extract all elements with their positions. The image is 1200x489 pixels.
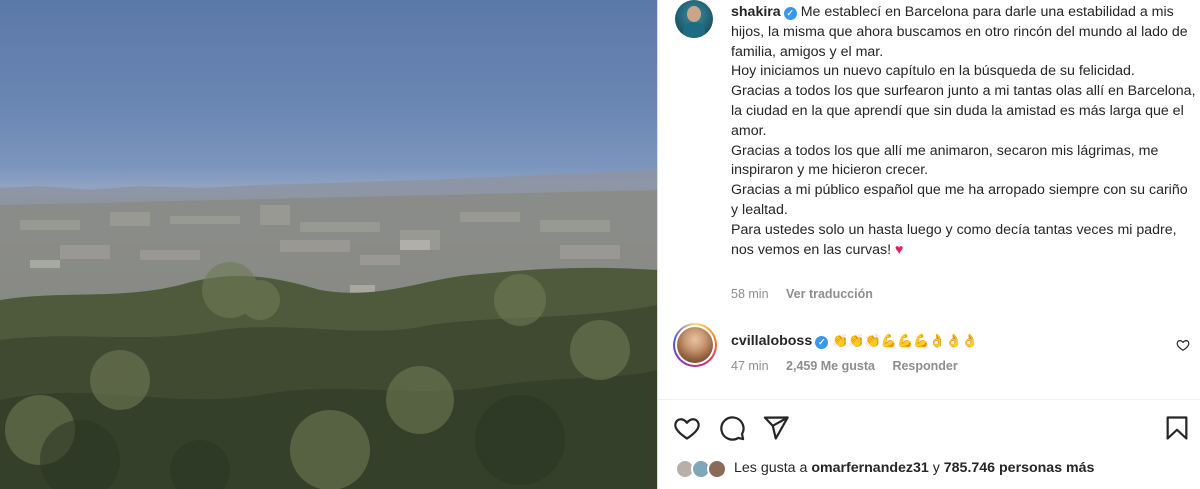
caption-line: Hoy iniciamos un nuevo capítulo en la bú… xyxy=(731,63,1135,80)
likes-count[interactable]: 785.746 personas más xyxy=(944,460,1095,476)
caption-line: Gracias a todos los que allí me animaron… xyxy=(731,142,1159,179)
share-icon[interactable] xyxy=(762,414,790,442)
likes-conjunction: y xyxy=(928,460,944,476)
reply-button[interactable]: Responder xyxy=(892,359,957,373)
liker-avatar xyxy=(707,459,727,479)
author-username[interactable]: shakira xyxy=(731,4,781,20)
caption-line: Para ustedes solo un hasta luego y como … xyxy=(731,221,1177,258)
comment: cvillaloboss ✓ 👏👏👏💪💪💪👌👌👌 xyxy=(731,331,978,351)
translate-link[interactable]: Ver traducción xyxy=(786,287,873,301)
post-meta: 58 min Ver traducción xyxy=(731,287,873,301)
post-caption: shakira ✓ Me establecí en Barcelona para d… xyxy=(731,3,1196,260)
red-heart-emoji: ♥ xyxy=(895,241,904,258)
comment-meta: 47 min 2,459 Me gusta Responder xyxy=(731,359,958,373)
comment-timestamp: 47 min xyxy=(731,359,769,373)
commenter-username[interactable]: cvillaloboss xyxy=(731,333,812,349)
barcelona-cityscape-image xyxy=(0,170,657,489)
bookmark-icon[interactable] xyxy=(1163,414,1191,442)
liker-username[interactable]: omarfernandez31 xyxy=(811,460,928,476)
comment-emojis: 👏👏👏💪💪💪👌👌👌 xyxy=(832,333,978,348)
commenter-avatar[interactable] xyxy=(673,323,717,367)
comment-likes-count[interactable]: 2,459 Me gusta xyxy=(786,359,875,373)
likes-prefix: Les gusta a xyxy=(734,460,812,476)
caption-line: Gracias a mi público español que me ha a… xyxy=(731,182,1188,218)
post-photo xyxy=(0,0,657,489)
comment-like-heart-icon[interactable] xyxy=(1176,338,1190,352)
author-avatar[interactable] xyxy=(675,0,713,38)
post-timestamp: 58 min xyxy=(731,287,769,301)
caption-line: Gracias a todos los que surfearon junto … xyxy=(731,83,1196,139)
comment-icon[interactable] xyxy=(718,414,746,442)
heart-icon[interactable] xyxy=(673,414,701,442)
post-panel: shakira ✓ Me establecí en Barcelona para d… xyxy=(658,0,1200,489)
verified-badge-icon: ✓ xyxy=(783,7,797,20)
verified-badge-icon: ✓ xyxy=(815,336,829,349)
likes-summary: Les gusta a omarfernandez31 y 785.746 pe… xyxy=(734,460,1094,476)
caption-text: Me establecí en Barcelona para darle una… xyxy=(731,4,1188,60)
actions-divider xyxy=(658,399,1200,400)
